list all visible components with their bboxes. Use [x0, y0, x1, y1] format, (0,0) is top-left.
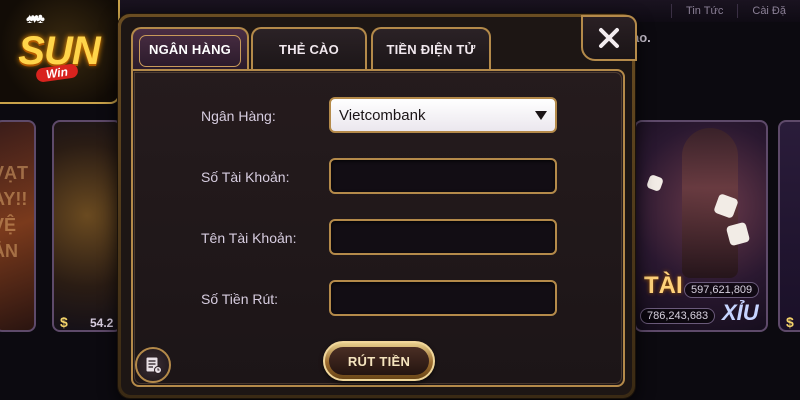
xiu-pot: 786,243,683 — [640, 308, 716, 324]
amount-field[interactable] — [329, 280, 557, 316]
game-tile-right-partial[interactable]: $ — [778, 120, 800, 332]
game-tile-amount: 54.2 — [90, 316, 114, 330]
bank-label: Ngân Hàng: — [201, 108, 276, 124]
amount-input[interactable] — [331, 282, 555, 314]
account-name-label: Tên Tài Khoản: — [201, 230, 297, 246]
bank-select-value: Vietcombank — [339, 106, 426, 124]
document-history-icon — [145, 356, 162, 374]
nav-settings[interactable]: Cài Đặ — [737, 4, 800, 18]
account-number-input[interactable] — [331, 160, 555, 192]
game-tile-text: VẠT AY!! VỆ ẢN — [0, 163, 28, 261]
tab-bank-label: NGÂN HÀNG — [149, 41, 231, 57]
withdraw-button[interactable]: RÚT TIỀN — [323, 341, 435, 381]
sunwin-logo[interactable]: ♠♥♣ SUN Win — [0, 0, 120, 104]
logo-cards: ♠♥♣ — [26, 10, 45, 26]
tab-crypto-label: TIỀN ĐIỆN TỬ — [386, 41, 476, 57]
bank-select[interactable]: Vietcombank — [329, 97, 557, 133]
tai-label: TÀI — [644, 272, 683, 299]
account-number-label: Số Tài Khoản: — [201, 169, 290, 185]
dollar-icon: $ — [786, 314, 794, 330]
tai-pot: 597,621,809 — [684, 282, 760, 298]
tab-bank[interactable]: NGÂN HÀNG — [131, 27, 249, 69]
account-name-input[interactable] — [331, 221, 555, 253]
tab-card[interactable]: THẺ CÀO — [251, 27, 367, 69]
xiu-label: XỈU — [722, 300, 759, 325]
close-x-icon — [599, 28, 619, 48]
chevron-down-icon — [535, 110, 547, 120]
top-nav: Tin Tức Cài Đặ — [671, 0, 800, 22]
bank-withdraw-panel: Ngân Hàng: Vietcombank Số Tài Khoản: Tên… — [131, 69, 625, 387]
dialog-body: NGÂN HÀNG THẺ CÀO TIỀN ĐIỆN TỬ Ngân Hàng… — [121, 15, 637, 395]
tab-card-label: THẺ CÀO — [279, 41, 339, 57]
nav-news[interactable]: Tin Tức — [671, 4, 737, 18]
game-tile-left[interactable]: $ 54.2 — [52, 120, 122, 332]
withdraw-button-label: RÚT TIỀN — [347, 353, 411, 369]
game-tile-left-partial[interactable]: VẠT AY!! VỆ ẢN — [0, 120, 36, 332]
account-number-field[interactable] — [329, 158, 557, 194]
dollar-icon: $ — [60, 314, 68, 330]
tab-crypto[interactable]: TIỀN ĐIỆN TỬ — [371, 27, 491, 69]
withdraw-dialog: NGÂN HÀNG THẺ CÀO TIỀN ĐIỆN TỬ Ngân Hàng… — [118, 14, 637, 398]
history-button[interactable] — [135, 347, 171, 383]
close-button[interactable] — [581, 15, 637, 61]
amount-label: Số Tiền Rút: — [201, 291, 279, 307]
account-name-field[interactable] — [329, 219, 557, 255]
